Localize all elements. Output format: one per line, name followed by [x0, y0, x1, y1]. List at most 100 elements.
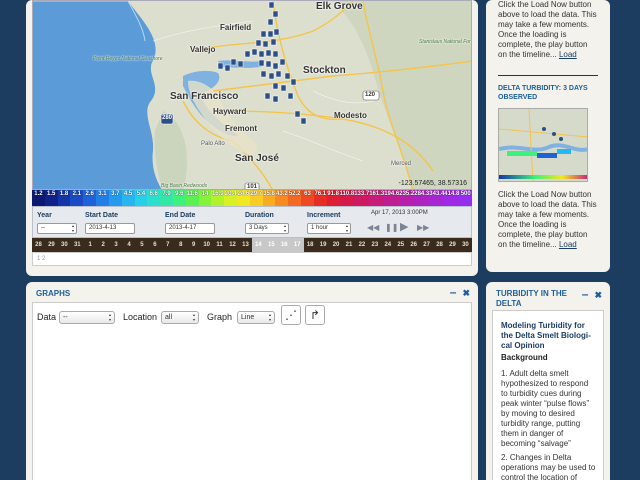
turbidity-panel: TURBIDITY IN THE DELTA – ✖ Modeling Turbi…	[486, 282, 610, 480]
scale-value: 2.1	[70, 190, 84, 206]
timeline-day[interactable]: 5	[136, 238, 149, 252]
timeline-day[interactable]: 1	[84, 238, 97, 252]
timeline-day[interactable]: 31	[71, 238, 84, 252]
timeline-day[interactable]: 13	[239, 238, 252, 252]
timeline-day[interactable]: 30	[459, 238, 472, 252]
timeline-day[interactable]: 8	[174, 238, 187, 252]
timeline-day[interactable]: 10	[200, 238, 213, 252]
timeline-day[interactable]: 4	[123, 238, 136, 252]
timeline-day[interactable]: 14	[251, 238, 265, 252]
scale-value: 235.2	[399, 190, 415, 206]
scale-value: 343.4	[429, 190, 445, 206]
timeline-controls: Year -- Start Date 2013-4-13 End Date 20…	[32, 206, 472, 238]
delta-turbidity-thumbnail[interactable]	[498, 108, 588, 182]
timeline-days[interactable]: 28 29 30 31 1 2 3 4 5 6 7 8 9 10 11 12 13 14 15 16 17 18 19 20 2…	[32, 238, 472, 252]
minimize-icon[interactable]: –	[582, 287, 589, 301]
timeline-day[interactable]: 26	[407, 238, 420, 252]
timeline-day[interactable]: 18	[304, 238, 317, 252]
timeline-day[interactable]: 29	[45, 238, 58, 252]
scale-value: 35.8	[262, 190, 276, 206]
scale-value: 16.9	[211, 190, 225, 206]
timeline-day[interactable]: 3	[110, 238, 123, 252]
timeline-day[interactable]: 20	[330, 238, 343, 252]
timeline-day[interactable]: 25	[394, 238, 407, 252]
timeline-day[interactable]: 19	[317, 238, 330, 252]
location-select[interactable]: all	[161, 311, 199, 324]
start-date-input[interactable]: 2013-4-13	[85, 223, 135, 234]
rewind-icon[interactable]: ◀◀	[367, 223, 379, 232]
scale-value: 29.7	[249, 190, 263, 206]
city-label: Elk Grove	[316, 1, 363, 12]
load-link-bottom[interactable]: Load	[559, 240, 577, 249]
timeline-day[interactable]: 28	[32, 238, 45, 252]
scale-value: 194.6	[384, 190, 400, 206]
timeline-day[interactable]: 12	[226, 238, 239, 252]
scale-value: 1.2	[32, 190, 45, 206]
timeline-day[interactable]: 2	[97, 238, 110, 252]
graph-type-select[interactable]: Line	[237, 311, 275, 324]
timeline-day[interactable]: 21	[343, 238, 356, 252]
timeline-day[interactable]: 24	[381, 238, 394, 252]
map-view[interactable]: 120 280 101 Elk Grove Fairfield Vallejo Sto…	[32, 0, 472, 190]
timeline-day[interactable]: 11	[213, 238, 226, 252]
redirect-arrow-icon[interactable]: ↱	[305, 305, 325, 325]
timeline-scrubber[interactable]: 1 2	[32, 252, 472, 266]
highway-280-label: 280	[162, 115, 173, 121]
delta-turbidity-heading: DELTA TURBIDITY: 3 DAYS OBSERVED	[498, 85, 588, 101]
timeline-day[interactable]: 27	[420, 238, 433, 252]
city-label: Hayward	[213, 107, 247, 116]
scale-value: 284.3	[414, 190, 430, 206]
city-label: San José	[235, 153, 279, 164]
timeline-day[interactable]: 7	[161, 238, 174, 252]
timeline-day[interactable]: 15	[264, 238, 278, 252]
minimize-icon[interactable]: –	[450, 285, 457, 299]
end-date-input[interactable]: 2013-4-17	[165, 223, 215, 234]
scale-value: 20.4	[224, 190, 237, 206]
duration-select[interactable]: 3 Days	[245, 223, 289, 234]
scatter-plot-icon[interactable]: ⋰	[281, 305, 301, 325]
increment-select[interactable]: 1 hour	[307, 223, 351, 234]
scale-value: 2.6	[83, 190, 97, 206]
timeline-day[interactable]: 16	[277, 238, 291, 252]
scale-value: 4.5	[121, 190, 135, 206]
timeline-day[interactable]: 17	[290, 238, 304, 252]
fast-forward-icon[interactable]: ▶▶	[417, 223, 429, 232]
scale-value: 9.6	[172, 190, 186, 206]
map-coordinates: -123.57465, 38.57316	[398, 180, 467, 187]
city-label: Fremont	[225, 124, 257, 133]
timeline-day[interactable]: 9	[187, 238, 200, 252]
city-label: Point Reyes National Seashore	[93, 56, 163, 62]
data-select[interactable]: --	[59, 311, 115, 324]
city-label: Palo Alto	[201, 141, 225, 147]
city-label: San Francisco	[170, 91, 239, 102]
close-icon[interactable]: ✖	[594, 290, 602, 300]
article-title: Modeling Turbidity for the Delta Smelt B…	[501, 321, 591, 350]
article-paragraph-2: 2. Changes in Delta operations may be us…	[501, 453, 596, 480]
timeline-day[interactable]: 23	[368, 238, 381, 252]
timeline-day[interactable]: 29	[446, 238, 459, 252]
pause-icon[interactable]: ❚❚	[385, 223, 398, 232]
city-label: Big Basin Redwoods	[161, 183, 208, 189]
article-paragraph-1: 1. Adult delta smelt hypothesized to res…	[501, 369, 590, 448]
city-label: Merced	[391, 161, 412, 167]
current-datetime: Apr 17, 2013 3:00PM	[371, 210, 428, 216]
load-link-top[interactable]: Load	[559, 50, 577, 59]
scale-value: 161.3	[369, 190, 385, 206]
scale-value: 11.6	[185, 190, 199, 206]
timeline-day[interactable]: 6	[148, 238, 161, 252]
scale-value: 500	[459, 190, 473, 206]
timeline-day[interactable]: 22	[355, 238, 368, 252]
scale-value: 133.7	[354, 190, 370, 206]
year-select[interactable]: --	[37, 223, 77, 234]
play-icon[interactable]: ▶	[400, 220, 408, 233]
timeline-day[interactable]: 28	[433, 238, 446, 252]
location-label: Location	[123, 312, 158, 322]
city-label: Modesto	[334, 111, 367, 120]
map-panel: 120 280 10 1 Elk Grove Fairfield Vallejo Sto…	[26, 0, 478, 276]
timeline-day[interactable]: 30	[58, 238, 71, 252]
graphs-title: GRAPHS	[36, 289, 71, 298]
article-subheading: Background	[501, 353, 548, 362]
scale-value: 414.8	[444, 190, 460, 206]
close-icon[interactable]: ✖	[462, 288, 470, 298]
graph-type-label: Graph	[207, 312, 233, 322]
